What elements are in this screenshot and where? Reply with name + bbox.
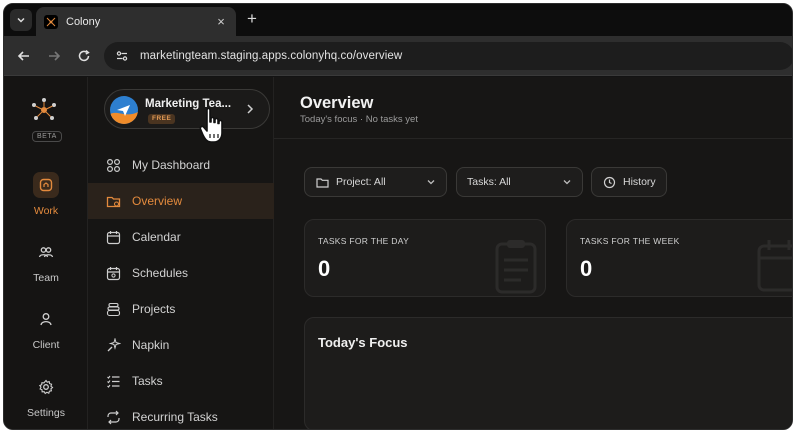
url-text[interactable]: marketingteam.staging.apps.colonyhq.co/o… (140, 50, 402, 62)
chevron-down-icon (562, 177, 572, 187)
sidebar: Marketing Tea... FREE My Dashboard Overv… (88, 77, 274, 429)
schedule-icon (105, 265, 121, 281)
back-button[interactable] (14, 46, 34, 66)
calendar-icon (105, 229, 121, 245)
reload-icon (78, 49, 90, 62)
tab-strip: Colony × + (4, 4, 792, 36)
sidebar-item-napkin[interactable]: Napkin (88, 327, 274, 363)
workspace-switcher[interactable]: Marketing Tea... FREE (104, 89, 270, 129)
sidebar-item-label: My Dashboard (132, 158, 211, 172)
sidebar-item-label: Tasks (132, 374, 163, 388)
sidebar-item-my-dashboard[interactable]: My Dashboard (88, 147, 274, 183)
tasks-filter-label: Tasks: All (467, 176, 511, 188)
folder-icon (105, 193, 121, 209)
sidebar-item-label: Overview (132, 194, 183, 208)
user-icon (33, 306, 59, 332)
stat-value: 0 (318, 256, 331, 281)
team-icon (33, 239, 59, 265)
rail-item-work[interactable]: Work (4, 172, 88, 217)
project-filter-label: Project: All (336, 176, 386, 188)
browser-window: Colony × + marketingteam.staging.apps.co… (3, 3, 793, 430)
rail-label-work: Work (33, 205, 59, 217)
tab-title: Colony (66, 15, 101, 28)
rail-label-team: Team (33, 272, 59, 284)
rail-label-client: Client (32, 339, 60, 351)
sidebar-item-overview[interactable]: Overview (88, 183, 274, 219)
sidebar-item-calendar[interactable]: Calendar (88, 219, 274, 255)
sidebar-item-recurring-tasks[interactable]: Recurring Tasks (88, 399, 274, 429)
close-tab-icon[interactable]: × (214, 14, 228, 29)
plan-badge: FREE (148, 114, 176, 124)
page-title: Overview (300, 94, 374, 112)
focus-title: Today's Focus (318, 335, 408, 350)
stat-value: 0 (580, 256, 593, 281)
stat-card-day: TASKS FOR THE DAY 0 (304, 219, 546, 297)
todays-focus-card: Today's Focus (304, 317, 792, 429)
browser-tab[interactable]: Colony × (36, 7, 236, 36)
history-label: History (623, 176, 656, 188)
chevron-down-icon (17, 17, 25, 23)
stat-label: TASKS FOR THE WEEK (580, 236, 680, 246)
main-content: Overview Today's focus · No tasks yet Pr… (274, 77, 792, 429)
stat-card-week: TASKS FOR THE WEEK 0 (566, 219, 792, 297)
page-header: Overview Today's focus · No tasks yet (274, 77, 792, 139)
sidebar-nav: My Dashboard Overview Calendar Schedules… (88, 147, 274, 429)
home-icon (33, 172, 59, 198)
rail-item-team[interactable]: Team (4, 239, 88, 284)
site-info-icon[interactable] (114, 48, 130, 64)
gear-icon (33, 374, 59, 400)
rail-item-settings[interactable]: Settings (4, 374, 88, 419)
workspace-avatar (110, 96, 138, 124)
projects-icon (105, 301, 121, 317)
history-button[interactable]: History (591, 167, 667, 197)
address-bar[interactable]: marketingteam.staging.apps.colonyhq.co/o… (104, 42, 792, 70)
colony-logo-icon[interactable] (30, 97, 58, 123)
clock-icon (602, 175, 616, 189)
rail-item-client[interactable]: Client (4, 306, 88, 351)
page-subtitle: Today's focus · No tasks yet (300, 114, 418, 125)
recurring-icon (105, 409, 121, 425)
chevron-down-icon (426, 177, 436, 187)
reload-button[interactable] (74, 46, 94, 66)
sidebar-item-projects[interactable]: Projects (88, 291, 274, 327)
colony-favicon-icon (44, 14, 58, 29)
forward-button[interactable] (44, 46, 64, 66)
project-filter-dropdown[interactable]: Project: All (304, 167, 447, 197)
folder-icon (315, 175, 329, 189)
sidebar-item-tasks[interactable]: Tasks (88, 363, 274, 399)
tab-search-button[interactable] (10, 9, 32, 31)
rail-label-settings: Settings (27, 407, 65, 419)
new-tab-button[interactable]: + (242, 10, 262, 30)
chevron-right-icon (247, 104, 254, 114)
arrow-right-icon (49, 51, 61, 61)
sidebar-item-label: Recurring Tasks (132, 410, 218, 424)
colony-app: BETA Work Team Client Settings Marketing… (4, 77, 792, 429)
clipboard-icon (495, 240, 537, 294)
sparkle-icon (105, 337, 121, 353)
icon-rail: BETA Work Team Client Settings (4, 77, 88, 429)
sidebar-item-schedules[interactable]: Schedules (88, 255, 274, 291)
arrow-left-icon (17, 51, 29, 61)
calendar-icon (757, 240, 792, 292)
stat-label: TASKS FOR THE DAY (318, 236, 410, 246)
tasks-icon (105, 373, 121, 389)
sidebar-item-label: Projects (132, 302, 176, 316)
sidebar-item-label: Calendar (132, 230, 181, 244)
tasks-filter-dropdown[interactable]: Tasks: All (456, 167, 583, 197)
sidebar-item-label: Schedules (132, 266, 189, 280)
browser-toolbar: marketingteam.staging.apps.colonyhq.co/o… (4, 36, 792, 76)
dashboard-icon (105, 157, 121, 173)
beta-badge: BETA (32, 131, 62, 142)
hand-cursor-icon (199, 107, 223, 143)
sidebar-item-label: Napkin (132, 338, 170, 352)
